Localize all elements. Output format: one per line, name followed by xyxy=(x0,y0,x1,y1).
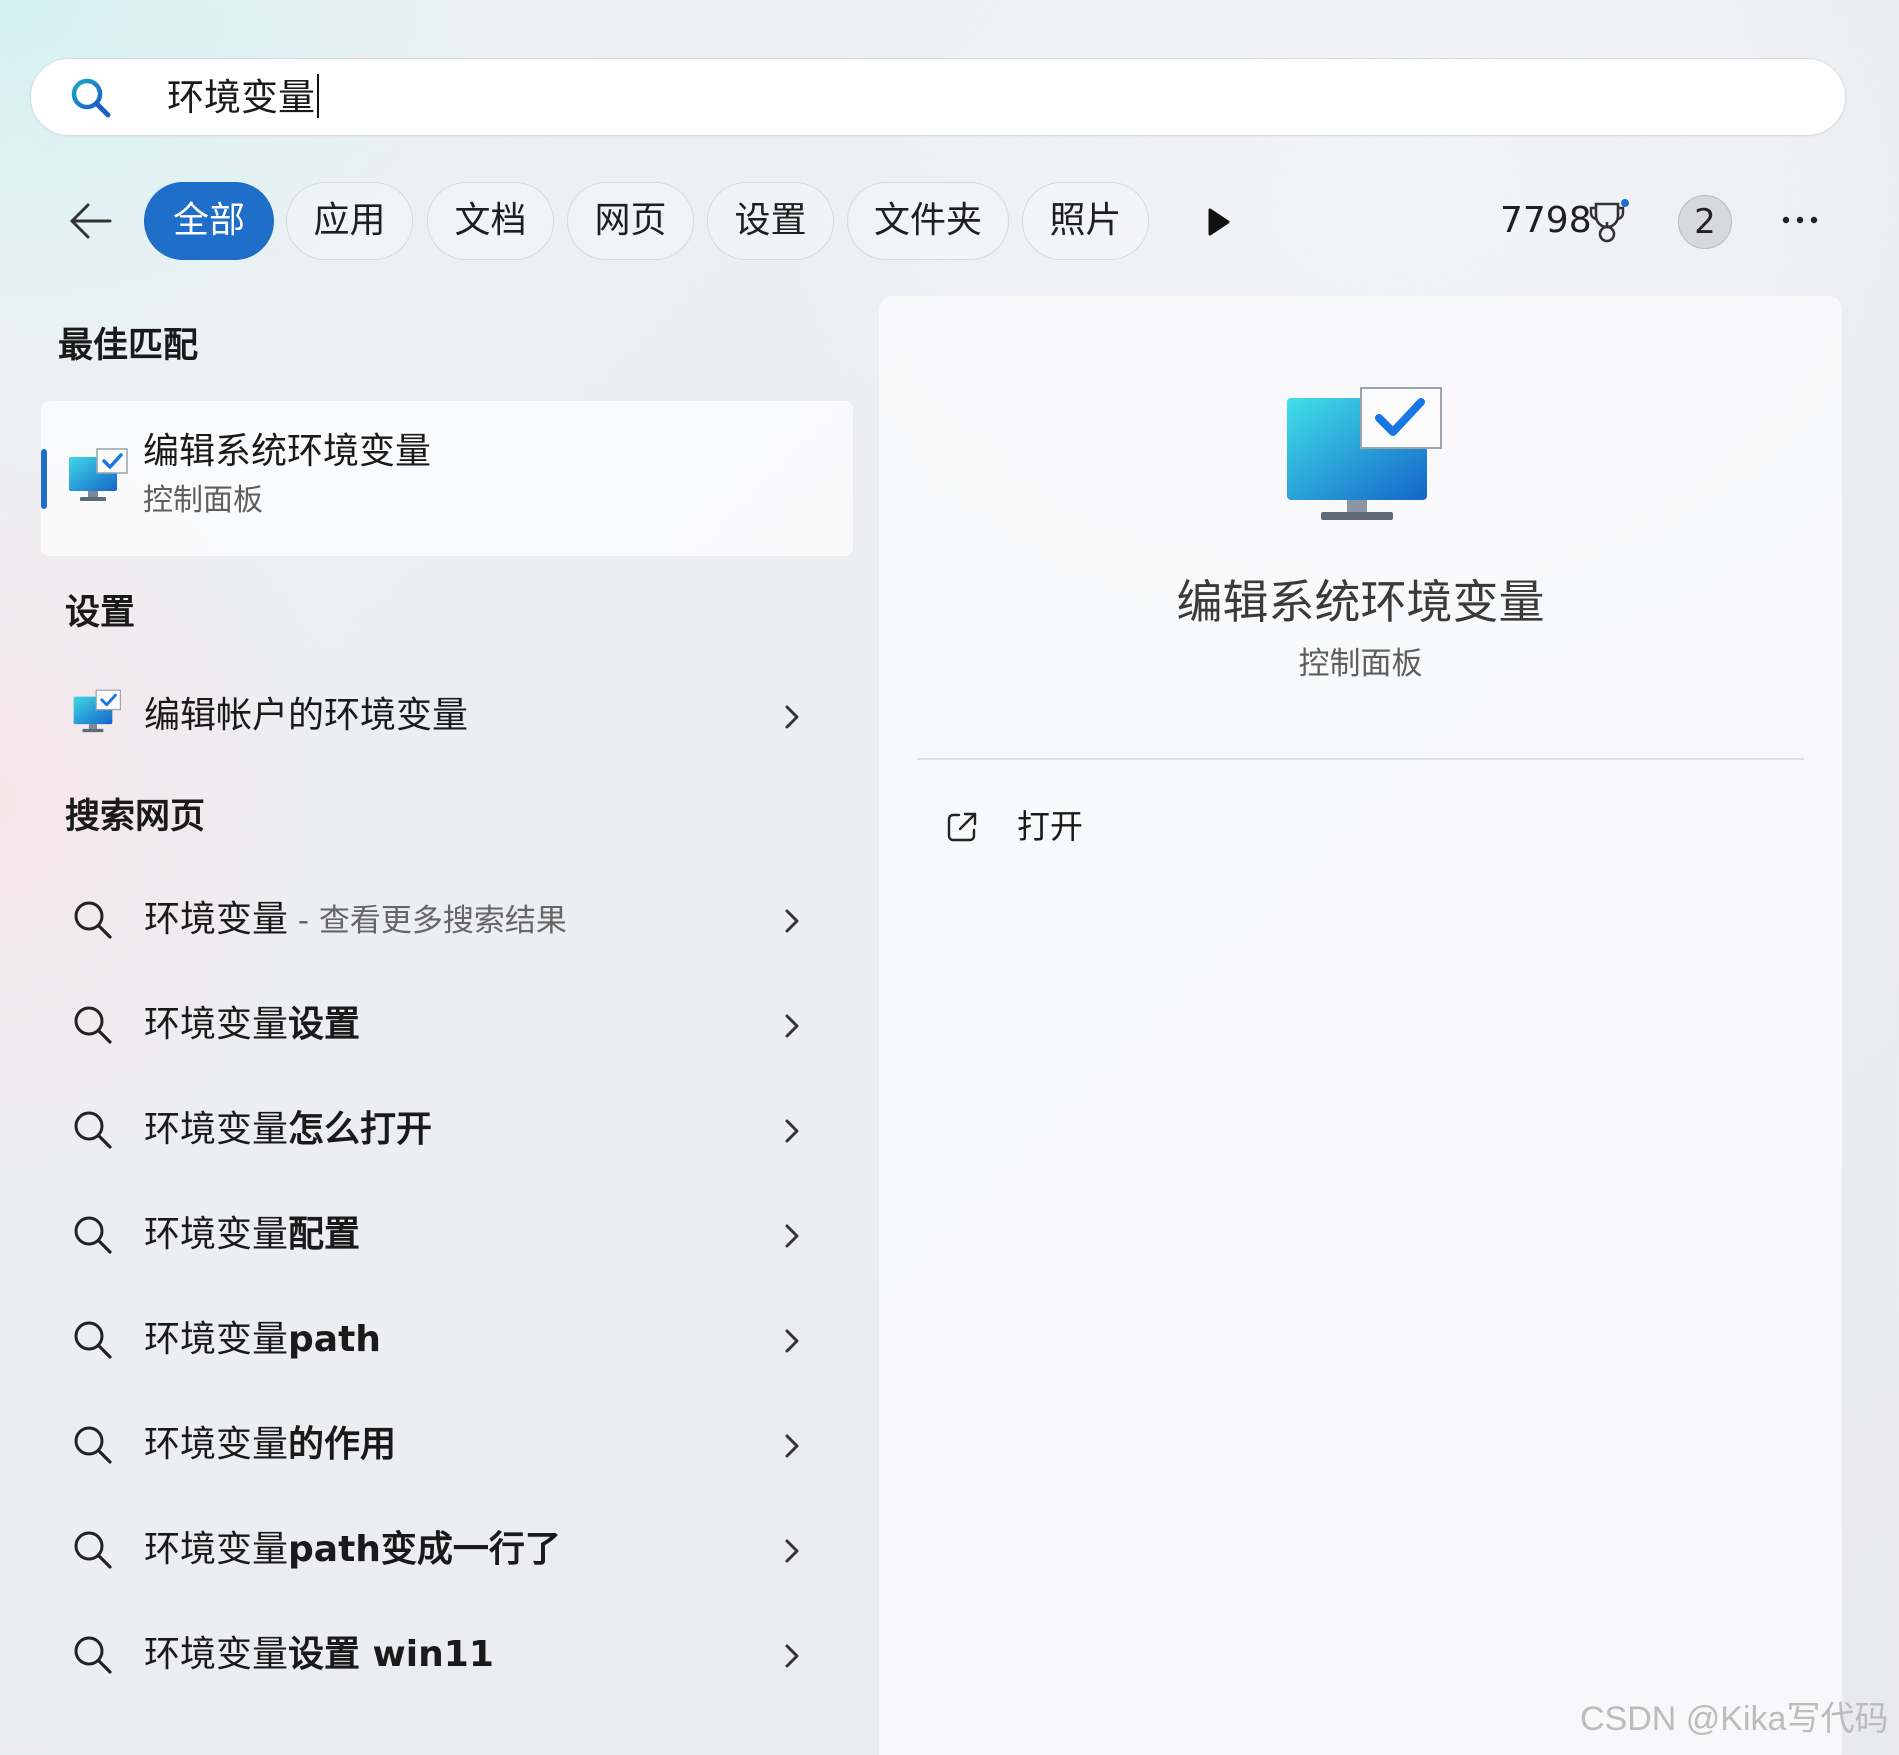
tab-apps[interactable]: 应用 xyxy=(286,182,413,260)
search-box[interactable]: 环境变量 xyxy=(30,58,1846,136)
watermark: CSDN @Kika写代码 xyxy=(1580,1700,1889,1738)
chevron-right-icon xyxy=(785,1224,799,1248)
suggestion-label: 环境变量 - 查看更多搜索结果 xyxy=(144,895,567,946)
account-avatar[interactable]: 2 xyxy=(1678,195,1732,249)
tab-all[interactable]: 全部 xyxy=(144,182,274,260)
best-match-title: 编辑系统环境变量 xyxy=(143,431,432,472)
web-search-heading: 搜索网页 xyxy=(65,797,206,837)
search-icon xyxy=(74,1111,112,1149)
web-search-suggestion[interactable]: 环境变量怎么打开 xyxy=(60,1090,820,1170)
web-search-suggestion[interactable]: 环境变量的作用 xyxy=(60,1405,820,1485)
suggestion-label: 环境变量的作用 xyxy=(144,1420,396,1471)
chevron-right-icon xyxy=(785,1119,799,1143)
search-icon xyxy=(74,1006,112,1044)
search-icon xyxy=(71,78,111,118)
search-icon xyxy=(74,1216,112,1254)
best-match-heading: 最佳匹配 xyxy=(58,326,199,366)
result-detail-pane: 编辑系统环境变量 控制面板 打开 xyxy=(879,296,1842,1755)
suggestion-query: 环境变量 xyxy=(144,1214,289,1255)
suggestion-query: 环境变量 xyxy=(144,1109,289,1150)
detail-subtitle: 控制面板 xyxy=(1298,646,1423,682)
back-arrow-icon[interactable] xyxy=(66,196,116,246)
settings-item-label: 编辑帐户的环境变量 xyxy=(144,695,469,736)
search-icon xyxy=(74,1426,112,1464)
tab-documents[interactable]: 文档 xyxy=(427,182,554,260)
search-icon xyxy=(74,901,112,939)
suggestion-query: 环境变量 xyxy=(144,1529,289,1570)
suggestion-hint: - 查看更多搜索结果 xyxy=(288,903,567,939)
suggestion-label: 环境变量path xyxy=(144,1315,381,1366)
selection-indicator xyxy=(41,449,47,509)
chevron-right-icon xyxy=(785,1329,799,1353)
web-search-suggestion[interactable]: 环境变量设置 xyxy=(60,985,820,1065)
web-search-suggestion[interactable]: 环境变量path变成一行了 xyxy=(60,1510,820,1590)
chevron-right-icon xyxy=(785,705,799,729)
more-options-icon[interactable] xyxy=(1780,210,1820,230)
search-icon xyxy=(74,1636,112,1674)
chevron-right-icon xyxy=(785,1644,799,1668)
search-icon xyxy=(74,1321,112,1359)
tab-settings[interactable]: 设置 xyxy=(707,182,834,260)
suggestion-label: 环境变量怎么打开 xyxy=(144,1105,432,1156)
suggestion-query: 环境变量 xyxy=(144,1424,289,1465)
open-action[interactable]: 打开 xyxy=(1017,804,1083,850)
system-properties-large-icon xyxy=(1287,387,1442,520)
suggestion-completion: path xyxy=(288,1319,381,1360)
suggestion-query: 环境变量 xyxy=(144,899,289,940)
open-external-icon[interactable] xyxy=(945,810,979,844)
web-search-suggestion[interactable]: 环境变量path xyxy=(60,1300,820,1380)
suggestion-label: 环境变量设置 win11 xyxy=(144,1630,494,1681)
suggestion-label: 环境变量设置 xyxy=(144,1000,360,1051)
best-match-result[interactable]: 编辑系统环境变量 控制面板 xyxy=(41,401,853,556)
search-input[interactable]: 环境变量 xyxy=(167,69,319,127)
search-query-text: 环境变量 xyxy=(167,76,315,119)
rewards-trophy-icon[interactable] xyxy=(1588,198,1632,244)
suggestion-completion: 怎么打开 xyxy=(288,1109,433,1150)
suggestion-completion: 的作用 xyxy=(288,1424,397,1465)
suggestion-label: 环境变量path变成一行了 xyxy=(144,1525,561,1576)
text-caret xyxy=(317,74,319,118)
chevron-right-icon xyxy=(785,1014,799,1038)
more-filters-play-icon[interactable] xyxy=(1200,204,1236,240)
settings-result-item[interactable]: 编辑帐户的环境变量 xyxy=(60,676,820,756)
suggestion-query: 环境变量 xyxy=(144,1004,289,1045)
tab-folders[interactable]: 文件夹 xyxy=(847,182,1009,260)
web-search-suggestion[interactable]: 环境变量设置 win11 xyxy=(60,1615,820,1695)
system-properties-icon xyxy=(69,448,128,501)
detail-title: 编辑系统环境变量 xyxy=(1176,575,1545,629)
suggestion-label: 环境变量配置 xyxy=(144,1210,360,1261)
settings-heading: 设置 xyxy=(65,593,136,633)
detail-divider xyxy=(917,758,1804,760)
rewards-points[interactable]: 7798 xyxy=(1500,196,1592,246)
suggestion-query: 环境变量 xyxy=(144,1634,289,1675)
chevron-right-icon xyxy=(785,909,799,933)
web-search-suggestion[interactable]: 环境变量配置 xyxy=(60,1195,820,1275)
chevron-right-icon xyxy=(785,1434,799,1458)
system-properties-icon xyxy=(73,689,121,733)
web-search-suggestion[interactable]: 环境变量 - 查看更多搜索结果 xyxy=(60,880,820,960)
suggestion-completion: path变成一行了 xyxy=(288,1529,561,1570)
suggestion-completion: 配置 xyxy=(288,1214,361,1255)
suggestion-query: 环境变量 xyxy=(144,1319,289,1360)
suggestion-completion: 设置 win11 xyxy=(288,1634,494,1675)
search-icon xyxy=(74,1531,112,1569)
tab-web[interactable]: 网页 xyxy=(567,182,694,260)
suggestion-completion: 设置 xyxy=(288,1004,361,1045)
tab-photos[interactable]: 照片 xyxy=(1022,182,1149,260)
best-match-subtitle: 控制面板 xyxy=(143,483,263,518)
chevron-right-icon xyxy=(785,1539,799,1563)
